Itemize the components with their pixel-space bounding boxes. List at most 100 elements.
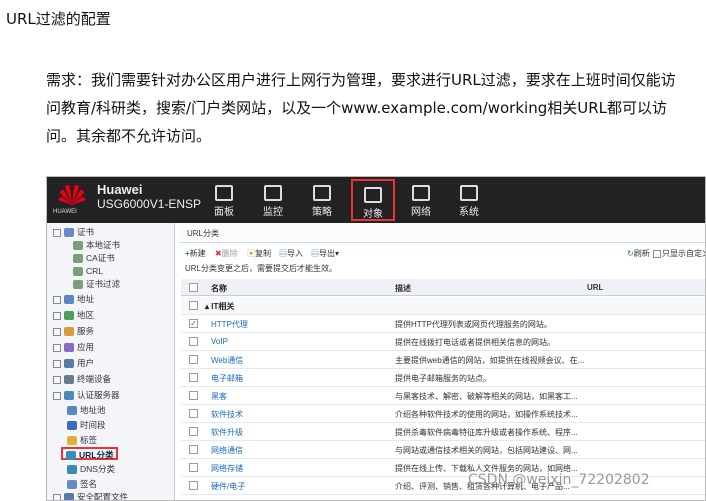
sidebar-item-ca-cert[interactable]: CA证书	[73, 252, 115, 265]
certificate-icon	[73, 267, 83, 277]
huawei-logo	[58, 184, 86, 205]
row-checkbox[interactable]	[189, 445, 198, 454]
sidebar-item-tag[interactable]: 标签	[67, 434, 97, 447]
row-name-link[interactable]: 硬件/电子	[211, 481, 245, 492]
panel-title: URL分类	[187, 229, 220, 238]
sidebar-item-terminal[interactable]: 终端设备	[53, 373, 111, 386]
copy-button[interactable]: ▣复制	[247, 248, 271, 259]
table-row[interactable]: 软件技术 介绍各种软件技术的使用的网站，如操作系统技术...	[181, 405, 705, 423]
row-name-link[interactable]: 软件技术	[211, 409, 243, 420]
table-row[interactable]: ✓ HTTP代理 提供HTTP代理列表或网页代理服务的网站。	[181, 315, 705, 333]
collapse-icon[interactable]	[53, 228, 61, 237]
checkbox-icon	[653, 249, 661, 258]
row-name-link[interactable]: 软件升级	[211, 427, 243, 438]
table-row[interactable]: 软件升级 提供杀毒软件病毒特征库升级或者操作系统、程序...	[181, 423, 705, 441]
logo-text: HUAWEI	[53, 209, 77, 215]
sidebar-item-security-profile[interactable]: 安全配置文件	[53, 491, 128, 500]
row-name-link[interactable]: 黑客	[211, 391, 227, 402]
expand-icon[interactable]	[53, 295, 61, 304]
nav-system[interactable]: 系统	[447, 179, 491, 221]
sidebar-label: 用户	[77, 358, 95, 368]
row-checkbox[interactable]: ✓	[189, 319, 198, 328]
row-description: 提供HTTP代理列表或网页代理服务的网站。	[395, 320, 552, 329]
row-checkbox[interactable]	[189, 391, 198, 400]
nav-monitor[interactable]: 监控	[251, 179, 295, 221]
row-checkbox[interactable]	[189, 427, 198, 436]
nav-dashboard[interactable]: 面板	[202, 179, 246, 221]
column-description[interactable]: 描述	[395, 283, 585, 294]
toolbar-label: 刷新	[633, 249, 650, 258]
refresh-button[interactable]: ↻刷新	[627, 248, 650, 259]
model-name: USG6000V1-ENSP	[97, 197, 202, 211]
table-row[interactable]: 电子邮箱 提供电子邮箱服务的站点。	[181, 369, 705, 387]
select-all-checkbox[interactable]	[189, 283, 198, 292]
globe-icon	[64, 311, 74, 321]
sidebar-item-crl[interactable]: CRL	[73, 265, 103, 278]
expand-icon[interactable]	[53, 493, 61, 500]
requirement-text: 需求：我们需要针对办公区用户进行上网行为管理，要求进行URL过滤，要求在上班时间…	[46, 71, 676, 145]
sidebar-item-address-pool[interactable]: 地址池	[67, 404, 106, 417]
row-description: 与黑客技术、解密、破解等相关的网站，如黑客工...	[395, 392, 578, 401]
row-name-link[interactable]: HTTP代理	[211, 319, 248, 330]
sidebar-item-signature[interactable]: 签名	[67, 478, 97, 491]
expand-icon[interactable]	[53, 327, 61, 336]
certificate-icon	[73, 241, 83, 251]
sidebar-item-time-range[interactable]: 时间段	[67, 419, 106, 432]
row-name-link[interactable]: VoIP	[211, 337, 228, 346]
nav-policy[interactable]: 策略	[300, 179, 344, 221]
row-name-link[interactable]: Web通信	[211, 355, 243, 366]
row-checkbox[interactable]	[189, 337, 198, 346]
sidebar-item-service[interactable]: 服务	[53, 325, 94, 338]
table-row[interactable]: Web通信 主要提供web通信的网站，如提供在线视频会议、在...	[181, 351, 705, 369]
pool-icon	[67, 406, 77, 416]
toolbar-label: 新建	[189, 249, 206, 258]
expand-icon[interactable]	[53, 343, 61, 352]
sidebar-item-certificate[interactable]: 证书	[53, 226, 94, 239]
sidebar-label: 本地证书	[86, 240, 121, 250]
import-button[interactable]: ▤导入	[279, 248, 303, 259]
sidebar: 证书 本地证书 CA证书 CRL 证书过滤 地址 地区 服务 应用 用户 终端设…	[47, 223, 175, 500]
nav-network[interactable]: 网络	[399, 179, 443, 221]
row-checkbox[interactable]	[189, 373, 198, 382]
panel-header: URL分类	[179, 223, 705, 243]
row-name-link[interactable]: 电子邮箱	[211, 373, 243, 384]
toolbar-label: 只显示自定义	[662, 249, 706, 258]
sidebar-label: 地址	[77, 294, 95, 304]
nav-label: 面板	[214, 207, 234, 218]
filter-icon	[73, 280, 83, 290]
row-description: 与网站或通信技术相关的网站，包括网站建设、网...	[395, 446, 578, 455]
column-url[interactable]: URL	[587, 283, 603, 292]
group-row[interactable]: ▴ IT相关	[181, 297, 705, 315]
row-checkbox[interactable]	[189, 355, 198, 364]
row-name-link[interactable]: 网络存储	[211, 463, 243, 474]
nav-label: 网络	[411, 207, 431, 218]
sidebar-item-cert-filter[interactable]: 证书过滤	[73, 278, 120, 291]
expand-icon[interactable]	[53, 391, 61, 400]
sidebar-item-application[interactable]: 应用	[53, 341, 94, 354]
sidebar-item-region[interactable]: 地区	[53, 309, 94, 322]
nav-label: 对象	[363, 209, 383, 220]
column-name[interactable]: 名称	[211, 283, 227, 294]
row-checkbox[interactable]	[189, 463, 198, 472]
export-button[interactable]: ▤导出▾	[311, 248, 339, 259]
row-name-link[interactable]: 网络通信	[211, 445, 243, 456]
expand-icon[interactable]	[53, 375, 61, 384]
sidebar-item-url-category[interactable]: URL分类	[61, 447, 119, 461]
table-row[interactable]: 网络通信 与网站或通信技术相关的网站，包括网站建设、网...	[181, 441, 705, 459]
nav-object[interactable]: 对象	[351, 179, 395, 221]
expand-icon[interactable]	[53, 359, 61, 368]
delete-button[interactable]: ✖删除	[215, 248, 238, 259]
sidebar-item-auth-server[interactable]: 认证服务器	[53, 389, 120, 402]
table-row[interactable]: VoIP 提供在线拨打电话或者提供相关信息的网站。	[181, 333, 705, 351]
sidebar-item-dns-category[interactable]: DNS分类	[67, 463, 115, 476]
row-checkbox[interactable]	[189, 481, 198, 490]
sidebar-item-user[interactable]: 用户	[53, 357, 94, 370]
sidebar-item-local-cert[interactable]: 本地证书	[73, 239, 120, 252]
new-button[interactable]: +新建	[185, 248, 206, 259]
only-custom-checkbox[interactable]: 只显示自定义	[653, 248, 706, 259]
row-checkbox[interactable]	[189, 409, 198, 418]
sidebar-item-address[interactable]: 地址	[53, 293, 94, 306]
group-checkbox[interactable]	[189, 301, 198, 310]
expand-icon[interactable]	[53, 311, 61, 320]
table-row[interactable]: 黑客 与黑客技术、解密、破解等相关的网站，如黑客工...	[181, 387, 705, 405]
